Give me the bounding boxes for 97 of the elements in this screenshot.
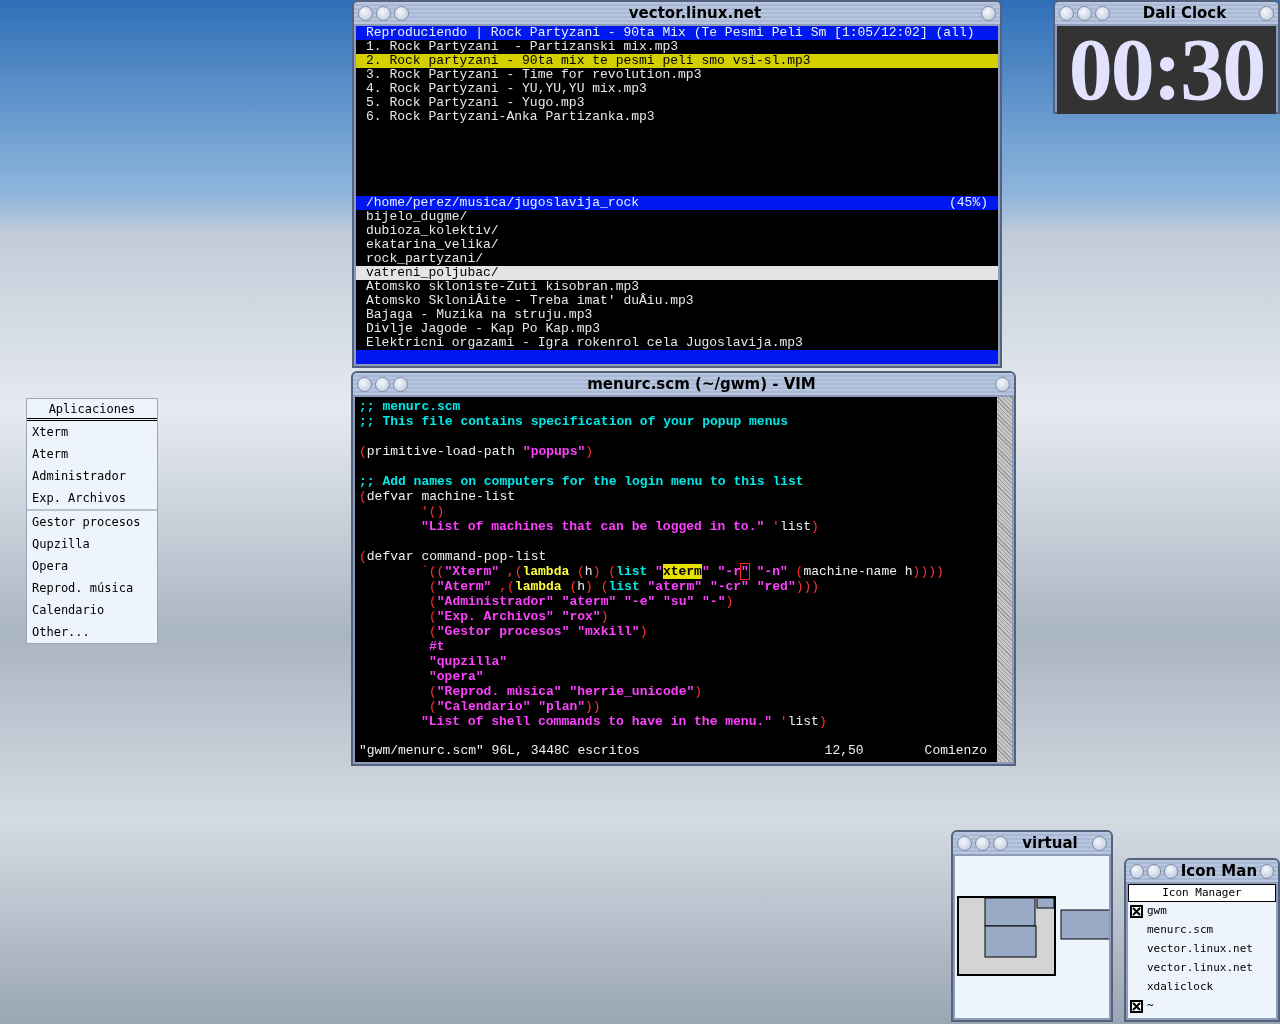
entry-label: menurc.scm: [1147, 922, 1214, 939]
icon-manager-entry[interactable]: vector.linux.net: [1128, 959, 1276, 978]
menu-item[interactable]: Calendario: [27, 599, 157, 621]
title-bar-button[interactable]: [957, 835, 972, 851]
menu-item[interactable]: Gestor procesos: [27, 511, 157, 533]
title-bar-button[interactable]: [1260, 863, 1274, 879]
title-bar[interactable]: menurc.scm (~/gwm) - VIM: [353, 373, 1014, 395]
code-line: ;; Add names on computers for the login menu to this list: [358, 474, 804, 489]
file-row[interactable]: Divlje Jagode - Kap Po Kap.mp3: [356, 322, 998, 336]
title-bar-button[interactable]: [376, 5, 391, 21]
code-line: ("Exp. Archivos" "rox"): [428, 609, 609, 624]
title-bar-button[interactable]: [995, 376, 1010, 392]
code-line: "qupzilla": [428, 654, 507, 669]
entry-label: xdaliclock: [1147, 979, 1214, 996]
playlist-row[interactable]: 2. Rock partyzani - 90ta mix te pesmi peli smo vsi-sl.mp3: [356, 54, 998, 68]
file-row[interactable]: dubioza_kolektiv/: [356, 224, 998, 238]
code-line: "opera": [428, 669, 484, 684]
file-row[interactable]: Bajaga - Muzika na struju.mp3: [356, 308, 998, 322]
title-bar-button[interactable]: [357, 376, 372, 392]
menu-item[interactable]: Aterm: [27, 443, 157, 465]
file-row[interactable]: vatreni_poljubac/: [356, 266, 998, 280]
title-bar-button[interactable]: [375, 376, 390, 392]
title-bar[interactable]: Icon Man: [1126, 860, 1278, 882]
playlist-row[interactable]: 5. Rock Partyzani - Yugo.mp3: [356, 96, 998, 110]
title-bar-button[interactable]: [1130, 863, 1144, 879]
title-bar-button[interactable]: [1095, 5, 1110, 21]
code-line: (defvar command-pop-list: [358, 549, 547, 564]
file-row[interactable]: bijelo_dugme/: [356, 210, 998, 224]
window-title: Dali Clock: [1141, 5, 1228, 21]
code-line: (defvar machine-list: [358, 489, 516, 504]
title-bar-button[interactable]: [1163, 863, 1178, 879]
menu-item[interactable]: Other...: [27, 621, 157, 643]
title-bar[interactable]: Dali Clock: [1055, 2, 1278, 24]
title-bar-button[interactable]: [975, 835, 990, 851]
entry-label: gwm: [1147, 903, 1167, 920]
file-row[interactable]: Atomsko skloniste-Zuti kisobran.mp3: [356, 280, 998, 294]
code-line: ("Reprod. música" "herrie_unicode"): [428, 684, 703, 699]
code-line: ;; This file contains specification of your popup menus: [358, 414, 789, 429]
title-bar-button[interactable]: [393, 376, 408, 392]
entry-label: vector.linux.net: [1147, 941, 1253, 958]
title-bar-button[interactable]: [981, 5, 996, 21]
code-line: '(): [420, 504, 445, 519]
window-title: Icon Man: [1180, 863, 1258, 879]
status-message: "gwm/menurc.scm" 96L, 3448C escritos: [359, 743, 640, 758]
icon-manager-entry[interactable]: ~: [1128, 997, 1276, 1016]
cursor-position: 12,50: [824, 743, 865, 758]
pager-area[interactable]: [955, 856, 1109, 1018]
path-text: /home/perez/musica/jugoslavija_rock: [366, 196, 640, 210]
file-row[interactable]: Atomsko SkloniÂite - Treba imat' duÂiu.mp3: [356, 294, 998, 308]
menu-item[interactable]: Exp. Archivos: [27, 487, 157, 509]
file-row[interactable]: ekatarina_velika/: [356, 238, 998, 252]
title-bar-button[interactable]: [1092, 835, 1107, 851]
title-bar[interactable]: virtual: [953, 832, 1111, 854]
playlist-row[interactable]: 6. Rock Partyzani-Anka Partizanka.mp3: [356, 110, 998, 124]
playlist-row[interactable]: 4. Rock Partyzani - YU,YU,YU mix.mp3: [356, 82, 998, 96]
file-row[interactable]: Elektricni orgazami - Igra rokenrol cela Jugoslavija.mp3: [356, 336, 998, 350]
menu-item[interactable]: Reprod. música: [27, 577, 157, 599]
icon-manager-entry[interactable]: menurc.scm: [1128, 921, 1276, 940]
window-title: vector.linux.net: [627, 5, 763, 21]
window-title: virtual: [1021, 835, 1079, 851]
code-line: ("Gestor procesos" "mxkill"): [428, 624, 648, 639]
entry-label: ~: [1147, 998, 1154, 1015]
code-line: "List of machines that can be logged in to." 'list): [420, 519, 819, 534]
playlist-row[interactable]: 1. Rock Partyzani - Partizanski mix.mp3: [356, 40, 998, 54]
title-bar-button[interactable]: [1259, 5, 1274, 21]
menu-title: Aplicaciones: [27, 399, 157, 421]
code-line: "List of shell commands to have in the menu." 'list): [420, 714, 827, 729]
code-line: ;; menurc.scm: [358, 399, 461, 414]
clock-time: 00:30: [1068, 26, 1265, 114]
title-bar-button[interactable]: [358, 5, 373, 21]
icon-manager-entry[interactable]: vector.linux.net: [1128, 940, 1276, 959]
menu-item[interactable]: Xterm: [27, 421, 157, 443]
icon-manager-entry[interactable]: gwm: [1128, 902, 1276, 921]
menu-item[interactable]: Qupzilla: [27, 533, 157, 555]
title-bar-button[interactable]: [1146, 863, 1161, 879]
menu-item[interactable]: Opera: [27, 555, 157, 577]
status-bar: Reproduciendo | Rock Partyzani - 90ta Mix (Te Pesmi Peli Sm [1:05/12:02] (all): [356, 26, 998, 40]
scroll-percent: (45%): [949, 196, 988, 210]
code-line: ("Administrador" "aterm" "-e" "su" "-"): [428, 594, 734, 609]
code-line: #t: [428, 639, 445, 654]
scroll-position: Comienzo: [924, 743, 987, 758]
code-line: ("Calendario" "plan")): [428, 699, 601, 714]
title-bar-button[interactable]: [394, 5, 409, 21]
code-line: ("Aterm" ,(lambda (h) (list "aterm" "-cr" "red"))): [428, 579, 820, 594]
playlist-row[interactable]: 3. Rock Partyzani - Time for revolution.mp3: [356, 68, 998, 82]
window-title: menurc.scm (~/gwm) - VIM: [586, 376, 817, 392]
title-bar-button[interactable]: [993, 835, 1008, 851]
code-line: (primitive-load-path "popups"): [358, 444, 594, 459]
title-bar[interactable]: vector.linux.net: [354, 2, 1000, 24]
scrollbar[interactable]: [997, 397, 1012, 762]
entry-label: vector.linux.net: [1147, 960, 1253, 977]
icon-manager-header: Icon Manager: [1128, 884, 1276, 902]
title-bar-button[interactable]: [1077, 5, 1092, 21]
title-bar-button[interactable]: [1059, 5, 1074, 21]
menu-item[interactable]: Administrador: [27, 465, 157, 487]
file-row[interactable]: rock_partyzani/: [356, 252, 998, 266]
icon-manager-entry[interactable]: xdaliclock: [1128, 978, 1276, 997]
